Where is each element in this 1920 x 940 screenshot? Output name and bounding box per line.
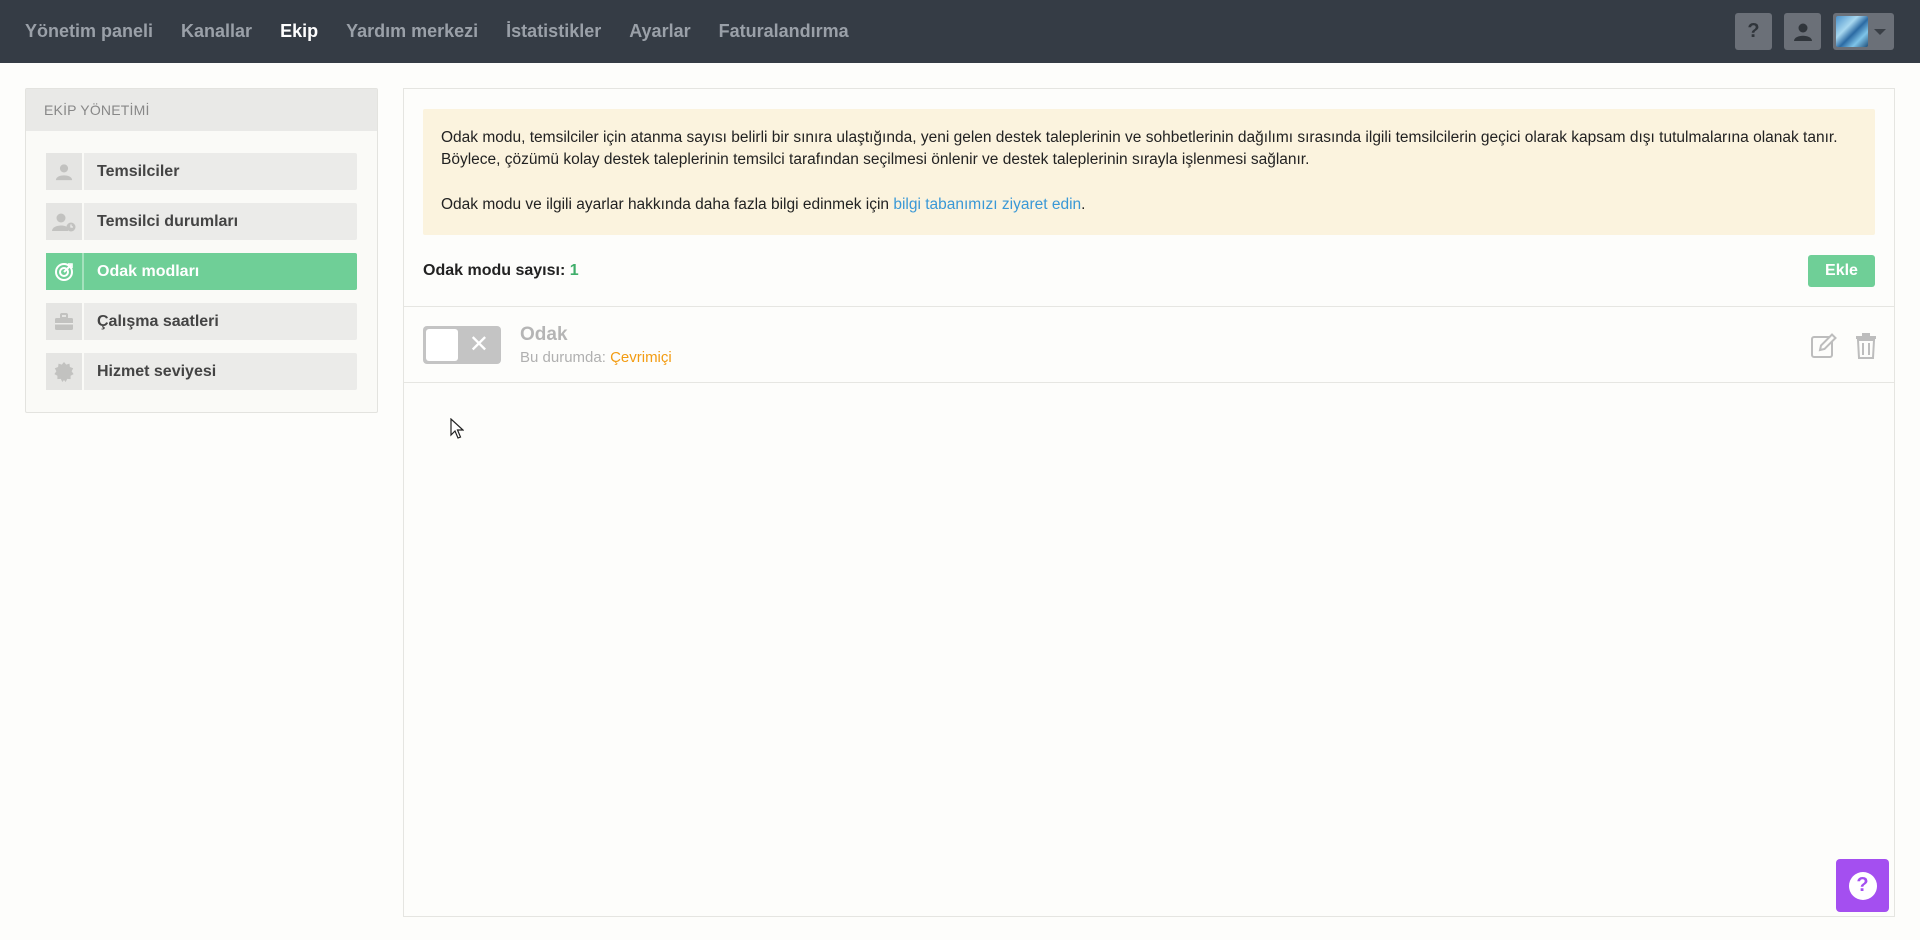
notice-paragraph: Odak modu, temsilciler için atanma sayıs… — [441, 129, 1838, 168]
top-right-controls: ? — [1723, 13, 1894, 50]
focus-mode-toggle[interactable]: ✕ — [423, 325, 501, 364]
sidebar-list: Temsilciler Temsilci durumları Odak modl… — [26, 131, 377, 390]
focus-mode-count: Odak modu sayısı: 1 — [423, 261, 579, 279]
close-icon: ✕ — [468, 330, 489, 358]
sidebar-item-working-hours[interactable]: Çalışma saatleri — [46, 303, 357, 340]
sidebar-item-agents[interactable]: Temsilciler — [46, 153, 357, 190]
nav-settings[interactable]: Ayarlar — [629, 21, 690, 42]
sidebar-item-focus-modes[interactable]: Odak modları — [46, 253, 357, 290]
sidebar-item-label: Hizmet seviyesi — [97, 362, 217, 380]
sidebar-item-label: Odak modları — [97, 262, 200, 280]
focus-mode-status: Bu durumda: Çevrimiçi — [520, 348, 672, 366]
help-widget-button[interactable]: ? — [1836, 859, 1889, 912]
question-icon: ? — [1848, 871, 1877, 900]
main-nav: Yönetim paneli Kanallar Ekip Yardım merk… — [0, 21, 877, 42]
briefcase-icon — [55, 312, 73, 330]
nav-statistics[interactable]: İstatistikler — [506, 21, 601, 42]
notice-paragraph-link: Odak modu ve ilgili ayarlar hakkında dah… — [441, 196, 1086, 213]
avatar — [1836, 16, 1868, 47]
user-icon — [1793, 23, 1812, 41]
main-panel: Odak modu, temsilciler için atanma sayıs… — [403, 88, 1895, 917]
count-row: Odak modu sayısı: 1 Ekle — [404, 235, 1894, 306]
edit-icon[interactable] — [1810, 332, 1838, 360]
sidebar-header: EKİP YÖNETİMİ — [26, 89, 377, 131]
count-value: 1 — [569, 261, 579, 279]
nav-billing[interactable]: Faturalandırma — [719, 21, 849, 42]
list-item: ✕ Odak Bu durumda: Çevrimiçi — [404, 306, 1894, 383]
toggle-knob — [426, 328, 458, 361]
help-button[interactable]: ? — [1735, 13, 1772, 50]
status-badge: Çevrimiçi — [610, 348, 672, 366]
knowledge-base-link[interactable]: bilgi tabanımızı ziyaret edin — [893, 196, 1081, 213]
badge-icon — [54, 361, 74, 382]
focus-mode-title: Odak — [520, 323, 568, 345]
info-notice: Odak modu, temsilciler için atanma sayıs… — [423, 109, 1875, 235]
question-icon: ? — [1747, 20, 1760, 42]
user-status-icon — [52, 213, 76, 231]
nav-team[interactable]: Ekip — [280, 21, 318, 42]
add-button[interactable]: Ekle — [1808, 254, 1875, 287]
chevron-down-icon — [1874, 28, 1886, 35]
sidebar-item-service-level[interactable]: Hizmet seviyesi — [46, 353, 357, 390]
trash-icon[interactable] — [1852, 332, 1880, 360]
team-management-sidebar: EKİP YÖNETİMİ Temsilciler Temsilci durum — [25, 88, 378, 413]
row-actions — [1796, 332, 1880, 360]
profile-button[interactable] — [1784, 13, 1821, 50]
sidebar-item-label: Çalışma saatleri — [97, 312, 219, 330]
nav-help-center[interactable]: Yardım merkezi — [346, 21, 478, 42]
target-icon — [55, 262, 73, 281]
user-icon — [55, 163, 73, 180]
sidebar-item-label: Temsilciler — [97, 162, 180, 180]
account-menu-button[interactable] — [1833, 13, 1894, 50]
top-navbar: Yönetim paneli Kanallar Ekip Yardım merk… — [0, 0, 1920, 63]
nav-channels[interactable]: Kanallar — [181, 21, 252, 42]
nav-dashboard[interactable]: Yönetim paneli — [25, 21, 153, 42]
sidebar-item-agent-statuses[interactable]: Temsilci durumları — [46, 203, 357, 240]
mouse-cursor-icon — [450, 418, 464, 439]
sidebar-item-label: Temsilci durumları — [97, 212, 239, 230]
